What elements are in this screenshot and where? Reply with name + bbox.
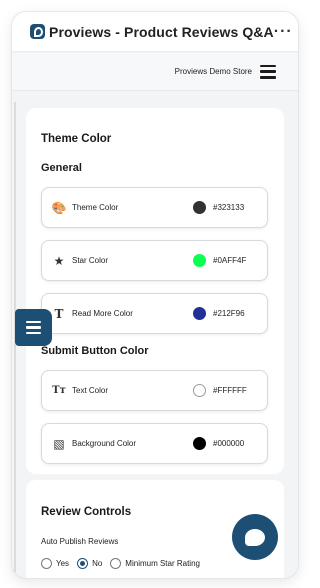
read-more-color-row[interactable]: T Read More Color #212F96 — [41, 293, 268, 334]
auto-publish-label: Auto Publish Reviews — [41, 537, 119, 546]
radio-circle[interactable] — [110, 558, 122, 569]
radio-label: Minimum Star Rating — [125, 559, 200, 568]
color-swatch[interactable] — [193, 254, 206, 267]
card-title: Review Controls — [41, 506, 132, 518]
app-frame: Proviews - Product Reviews Q&A ··· Provi… — [12, 12, 298, 578]
chat-button[interactable] — [232, 514, 278, 560]
row-label: Text Color — [72, 386, 109, 395]
color-swatch[interactable] — [193, 201, 206, 214]
color-hex-value: #212F96 — [213, 309, 245, 318]
row-label: Theme Color — [72, 203, 119, 212]
hamburger-icon[interactable] — [260, 64, 276, 79]
app-title: Proviews - Product Reviews Q&A — [49, 23, 274, 40]
theme-color-row[interactable]: 🎨 Theme Color #323133 — [41, 187, 268, 228]
section-title-general: General — [41, 162, 82, 174]
theme-color-card: Theme Color General 🎨 Theme Color #32313… — [26, 108, 284, 474]
text-t-icon: T — [54, 306, 64, 321]
auto-publish-radio-group: Yes No Minimum Star Rating — [41, 558, 208, 569]
section-title-submit-button: Submit Button Color — [41, 345, 149, 357]
row-label: Background Color — [72, 439, 137, 448]
radio-minimum-star-rating[interactable]: Minimum Star Rating — [110, 558, 200, 569]
store-name: Proviews Demo Store — [174, 67, 252, 76]
color-swatch[interactable] — [193, 307, 206, 320]
radio-no[interactable]: No — [77, 558, 102, 569]
app-header: Proviews - Product Reviews Q&A ··· — [12, 12, 298, 52]
menu-icon[interactable] — [15, 309, 52, 346]
card-title: Theme Color — [41, 133, 112, 145]
background-color-row[interactable]: ▧ Background Color #000000 — [41, 423, 268, 464]
more-options-icon[interactable]: ··· — [274, 23, 293, 40]
radio-circle[interactable] — [41, 558, 52, 569]
proviews-logo-icon — [30, 24, 45, 39]
radio-yes[interactable]: Yes — [41, 558, 69, 569]
color-swatch[interactable] — [193, 437, 206, 450]
radio-label: Yes — [56, 559, 70, 568]
image-icon: ▧ — [53, 436, 65, 451]
color-hex-value: #FFFFFF — [213, 386, 247, 395]
color-swatch[interactable] — [193, 384, 206, 397]
store-bar: Proviews Demo Store — [12, 53, 298, 91]
palette-icon: 🎨 — [51, 200, 67, 215]
text-size-icon: Tᴛ — [52, 385, 66, 396]
radio-label: No — [92, 559, 103, 568]
color-hex-value: #000000 — [213, 439, 245, 448]
color-hex-value: #323133 — [213, 203, 245, 212]
color-hex-value: #0AFF4F — [213, 256, 247, 265]
star-icon: ★ — [53, 253, 65, 268]
radio-circle-checked[interactable] — [77, 558, 89, 569]
chat-bubble-icon — [245, 528, 265, 546]
row-label: Star Color — [72, 256, 109, 265]
text-color-row[interactable]: Tᴛ Text Color #FFFFFF — [41, 370, 268, 411]
row-label: Read More Color — [72, 309, 133, 318]
star-color-row[interactable]: ★ Star Color #0AFF4F — [41, 240, 268, 281]
